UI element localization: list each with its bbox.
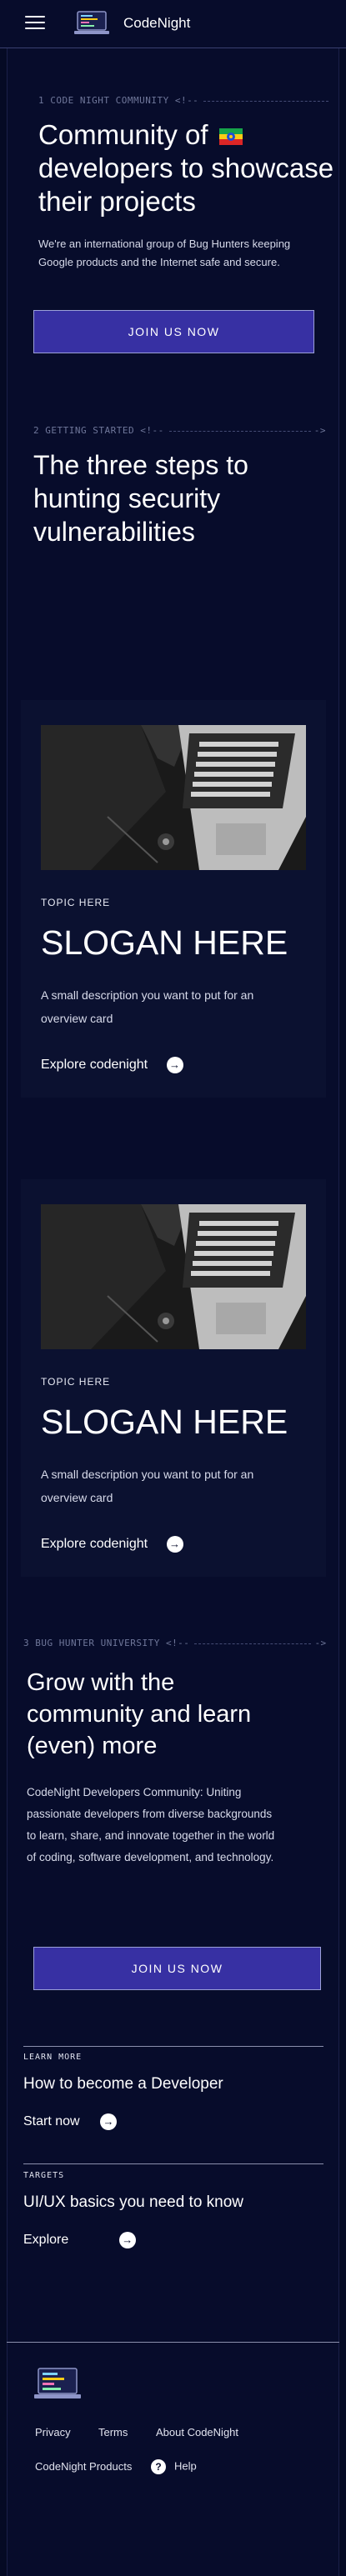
card-topic: TOPIC HERE xyxy=(41,1376,111,1388)
steps-title: The three steps to hunting security vuln… xyxy=(33,450,248,547)
laptop-code-logo[interactable] xyxy=(73,10,110,37)
codenight-products-link[interactable]: CodeNight Products xyxy=(35,2460,132,2473)
arrow-right-icon: → xyxy=(100,2113,118,2130)
arrow-right-icon: → xyxy=(166,1057,183,1073)
hero-lead: We're an international group of Bug Hunt… xyxy=(38,238,291,268)
start-now-link[interactable]: Start now → xyxy=(23,2113,118,2130)
card-description: A small description you want to put for … xyxy=(41,1468,254,1504)
about-codenight-link[interactable]: About CodeNight xyxy=(156,2426,238,2438)
arrow-right-icon: → xyxy=(166,1536,183,1553)
hero-title: Community of developers to showcase thei… xyxy=(38,119,334,217)
card-slogan: SLOGAN HERE xyxy=(41,1403,288,1441)
targets-title[interactable]: UI/UX basics you need to know xyxy=(23,2193,243,2212)
explore-link[interactable]: Explore → xyxy=(23,2232,136,2248)
card-description: A small description you want to put for … xyxy=(41,988,254,1025)
ethiopia-flag-icon xyxy=(218,128,243,146)
top-nav: CodeNight xyxy=(0,0,346,48)
laptop-photo xyxy=(41,725,306,870)
learn-more-title[interactable]: How to become a Developer xyxy=(23,2075,223,2093)
card-topic: TOPIC HERE xyxy=(41,897,111,908)
explore-codenight-link[interactable]: Explore codenight → xyxy=(41,1057,183,1073)
university-lead: CodeNight Developers Community: Uniting … xyxy=(27,1786,275,1863)
laptop-code-logo[interactable] xyxy=(33,2367,82,2400)
terms-link[interactable]: Terms xyxy=(98,2426,128,2438)
steps-eyebrow: 2 GETTING STARTED <!-- -> xyxy=(33,425,326,436)
brand-name[interactable]: CodeNight xyxy=(123,15,190,32)
help-link[interactable]: ? Help xyxy=(151,2459,197,2474)
overview-card: TOPIC HERE SLOGAN HERE A small descripti… xyxy=(21,1179,326,1577)
join-us-button[interactable]: JOIN US NOW xyxy=(33,310,314,353)
arrow-right-icon: → xyxy=(118,2232,136,2248)
divider xyxy=(23,2163,323,2164)
explore-codenight-link[interactable]: Explore codenight → xyxy=(41,1536,183,1553)
laptop-photo xyxy=(41,1204,306,1349)
hamburger-icon[interactable] xyxy=(25,16,45,31)
divider xyxy=(23,2046,323,2047)
hero-eyebrow: 1 CODE NIGHT COMMUNITY <!-- xyxy=(38,95,329,106)
university-eyebrow: 3 BUG HUNTER UNIVERSITY <!-- -> xyxy=(23,1638,327,1648)
university-title: Grow with the community and learn (even)… xyxy=(27,1669,252,1759)
learn-more-label: LEARN MORE xyxy=(23,2053,83,2062)
privacy-link[interactable]: Privacy xyxy=(35,2426,71,2438)
targets-label: TARGETS xyxy=(23,2171,65,2180)
footer-divider xyxy=(7,2342,339,2343)
card-slogan: SLOGAN HERE xyxy=(41,923,288,962)
overview-card: TOPIC HERE SLOGAN HERE A small descripti… xyxy=(21,700,326,1098)
question-circle-icon: ? xyxy=(151,2459,166,2474)
join-us-button[interactable]: JOIN US NOW xyxy=(33,1947,321,1990)
